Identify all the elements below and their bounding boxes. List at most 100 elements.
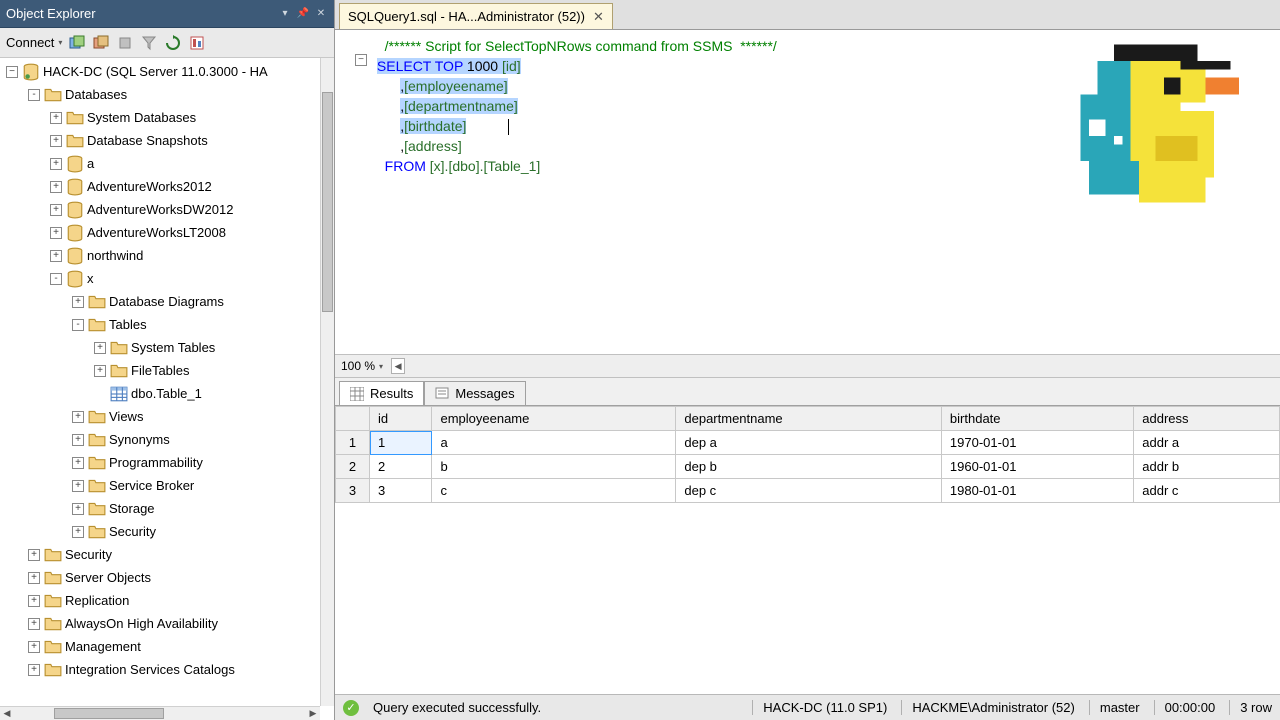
tree-node[interactable]: +AdventureWorks2012	[0, 175, 320, 198]
expand-icon[interactable]: +	[28, 664, 40, 676]
tree-node[interactable]: +Database Snapshots	[0, 129, 320, 152]
connect-button[interactable]: Connect	[6, 35, 54, 50]
tab-results[interactable]: Results	[339, 381, 424, 405]
tree-node[interactable]: +Replication	[0, 589, 320, 612]
cell[interactable]: addr c	[1134, 479, 1280, 503]
column-header[interactable]: address	[1134, 407, 1280, 431]
expand-icon[interactable]: +	[28, 595, 40, 607]
scroll-right-icon[interactable]: ▶	[306, 707, 320, 720]
results-grid[interactable]: idemployeenamedepartmentnamebirthdateadd…	[335, 406, 1280, 694]
scroll-left-icon[interactable]: ◀	[391, 358, 405, 374]
collapse-icon[interactable]: −	[6, 66, 18, 78]
expand-icon[interactable]: +	[50, 181, 62, 193]
vertical-scrollbar[interactable]	[320, 58, 334, 706]
tree-node[interactable]: -x	[0, 267, 320, 290]
cell[interactable]: addr b	[1134, 455, 1280, 479]
column-header[interactable]: birthdate	[941, 407, 1133, 431]
tree-node[interactable]: +Service Broker	[0, 474, 320, 497]
tree-node[interactable]: +System Databases	[0, 106, 320, 129]
refresh-icon[interactable]	[164, 34, 182, 52]
connect-icon[interactable]	[68, 34, 86, 52]
cell[interactable]: 3	[370, 479, 432, 503]
expand-icon[interactable]: +	[72, 526, 84, 538]
expand-icon[interactable]: +	[72, 457, 84, 469]
expand-icon[interactable]: +	[28, 572, 40, 584]
collapse-toggle-icon[interactable]: −	[355, 54, 367, 66]
expand-icon[interactable]: +	[72, 296, 84, 308]
tree-node[interactable]: dbo.Table_1	[0, 382, 320, 405]
tree-node[interactable]: +AdventureWorksLT2008	[0, 221, 320, 244]
expand-icon[interactable]: +	[50, 227, 62, 239]
expand-icon[interactable]: +	[72, 411, 84, 423]
expand-icon[interactable]: +	[28, 549, 40, 561]
expand-icon[interactable]: +	[28, 641, 40, 653]
column-header[interactable]: id	[370, 407, 432, 431]
expand-icon[interactable]: +	[50, 250, 62, 262]
expand-icon[interactable]: +	[72, 480, 84, 492]
expand-icon[interactable]: +	[28, 618, 40, 630]
connect-dropdown-icon[interactable]: ▾	[58, 38, 62, 47]
tree-node[interactable]: +Views	[0, 405, 320, 428]
cell[interactable]: dep b	[676, 455, 942, 479]
horizontal-scrollbar[interactable]: ◀ ▶	[0, 706, 320, 720]
expand-icon[interactable]: +	[50, 135, 62, 147]
expand-icon[interactable]: +	[94, 342, 106, 354]
tree-node[interactable]: +Server Objects	[0, 566, 320, 589]
column-header[interactable]: employeename	[432, 407, 676, 431]
table-row[interactable]: 11adep a1970-01-01addr a	[336, 431, 1280, 455]
scroll-left-icon[interactable]: ◀	[0, 707, 14, 720]
cell[interactable]: 1	[370, 431, 432, 455]
tree-node[interactable]: +Storage	[0, 497, 320, 520]
cell[interactable]: 2	[370, 455, 432, 479]
zoom-level[interactable]: 100 %	[341, 359, 375, 373]
zoom-dropdown-icon[interactable]: ▾	[379, 362, 383, 371]
tree-node[interactable]: +a	[0, 152, 320, 175]
tree-node[interactable]: +Management	[0, 635, 320, 658]
column-header[interactable]: departmentname	[676, 407, 942, 431]
tab-messages[interactable]: Messages	[424, 381, 525, 405]
cell[interactable]: a	[432, 431, 676, 455]
tree-node[interactable]: +northwind	[0, 244, 320, 267]
tree-node[interactable]: +FileTables	[0, 359, 320, 382]
tree-node[interactable]: +Integration Services Catalogs	[0, 658, 320, 681]
expand-icon[interactable]: +	[50, 158, 62, 170]
collapse-icon[interactable]: -	[28, 89, 40, 101]
disconnect-icon[interactable]	[92, 34, 110, 52]
tree-node[interactable]: +Security	[0, 520, 320, 543]
report-icon[interactable]	[188, 34, 206, 52]
close-icon[interactable]: ✕	[314, 7, 328, 21]
collapse-icon[interactable]: -	[72, 319, 84, 331]
table-row[interactable]: 33cdep c1980-01-01addr c	[336, 479, 1280, 503]
tree-node[interactable]: +Database Diagrams	[0, 290, 320, 313]
expand-icon[interactable]: +	[72, 503, 84, 515]
stop-icon[interactable]	[116, 34, 134, 52]
pin-icon[interactable]: 📌	[296, 7, 310, 21]
collapse-icon[interactable]: -	[50, 273, 62, 285]
tree-root[interactable]: −HACK-DC (SQL Server 11.0.3000 - HA	[0, 60, 320, 83]
document-tab[interactable]: SQLQuery1.sql - HA...Administrator (52))…	[339, 3, 613, 29]
cell[interactable]: 1960-01-01	[941, 455, 1133, 479]
expand-icon[interactable]: +	[94, 365, 106, 377]
sql-editor[interactable]: − /****** Script for SelectTopNRows comm…	[335, 30, 1280, 354]
tree-node[interactable]: +Programmability	[0, 451, 320, 474]
tree-node[interactable]: +Synonyms	[0, 428, 320, 451]
scroll-thumb[interactable]	[54, 708, 164, 719]
cell[interactable]: b	[432, 455, 676, 479]
tree-node[interactable]: +AdventureWorksDW2012	[0, 198, 320, 221]
filter-icon[interactable]	[140, 34, 158, 52]
dropdown-icon[interactable]: ▾	[278, 7, 292, 21]
cell[interactable]: dep a	[676, 431, 942, 455]
tree-node[interactable]: -Databases	[0, 83, 320, 106]
cell[interactable]: addr a	[1134, 431, 1280, 455]
cell[interactable]: 1980-01-01	[941, 479, 1133, 503]
tab-close-icon[interactable]: ✕	[593, 9, 604, 25]
tree-node[interactable]: +System Tables	[0, 336, 320, 359]
cell[interactable]: 1970-01-01	[941, 431, 1133, 455]
expand-icon[interactable]: +	[72, 434, 84, 446]
expand-icon[interactable]: +	[50, 112, 62, 124]
object-explorer-tree[interactable]: −HACK-DC (SQL Server 11.0.3000 - HA-Data…	[0, 58, 320, 706]
tree-node[interactable]: +AlwaysOn High Availability	[0, 612, 320, 635]
expand-icon[interactable]: +	[50, 204, 62, 216]
table-row[interactable]: 22bdep b1960-01-01addr b	[336, 455, 1280, 479]
tree-node[interactable]: +Security	[0, 543, 320, 566]
